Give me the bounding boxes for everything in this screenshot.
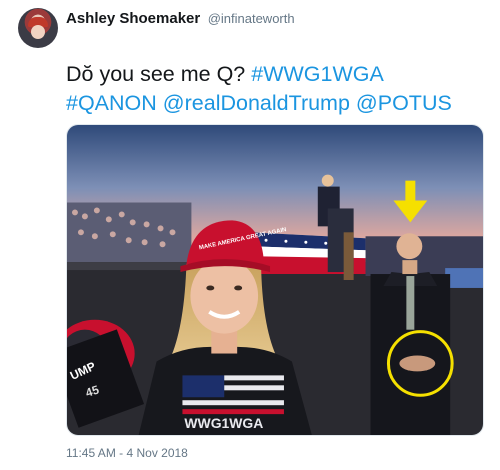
woman-face: [190, 258, 259, 334]
author-header: Ashley Shoemaker @infinateworth: [66, 10, 295, 28]
tweet-text: Dŏ you see me Q? #WWG1WGA #QANON @realDo…: [66, 60, 486, 118]
author-avatar[interactable]: [18, 8, 58, 48]
tweet-text-prefix: Dŏ you see me Q?: [66, 62, 252, 86]
speaker-head: [321, 174, 334, 187]
tweet-photo[interactable]: UMP 45 WWG1WGA MAKE AMERICA GREAT AGAIN: [66, 124, 484, 436]
tweet-text-line-2: #QANON @realDonaldTrump @POTUS: [66, 89, 486, 118]
tweet-timestamp[interactable]: 11:45 AM - 4 Nov 2018: [66, 446, 188, 460]
tweet-card: Ashley Shoemaker @infinateworth Dŏ you s…: [0, 0, 500, 470]
hashtag-qanon[interactable]: #QANON: [66, 91, 157, 115]
author-display-name[interactable]: Ashley Shoemaker: [66, 10, 200, 27]
avatar-face: [31, 25, 45, 39]
author-handle[interactable]: @infinateworth: [208, 11, 295, 26]
mention-realdonaldtrump[interactable]: @realDonaldTrump: [163, 91, 350, 115]
mention-potus[interactable]: @POTUS: [356, 91, 452, 115]
shirt-text: WWG1WGA: [184, 415, 263, 431]
tweet-text-line-1: Dŏ you see me Q? #WWG1WGA: [66, 60, 486, 89]
hashtag-wwg1wga[interactable]: #WWG1WGA: [251, 62, 384, 86]
rally-photo-illustration: UMP 45 WWG1WGA MAKE AMERICA GREAT AGAIN: [67, 125, 483, 435]
